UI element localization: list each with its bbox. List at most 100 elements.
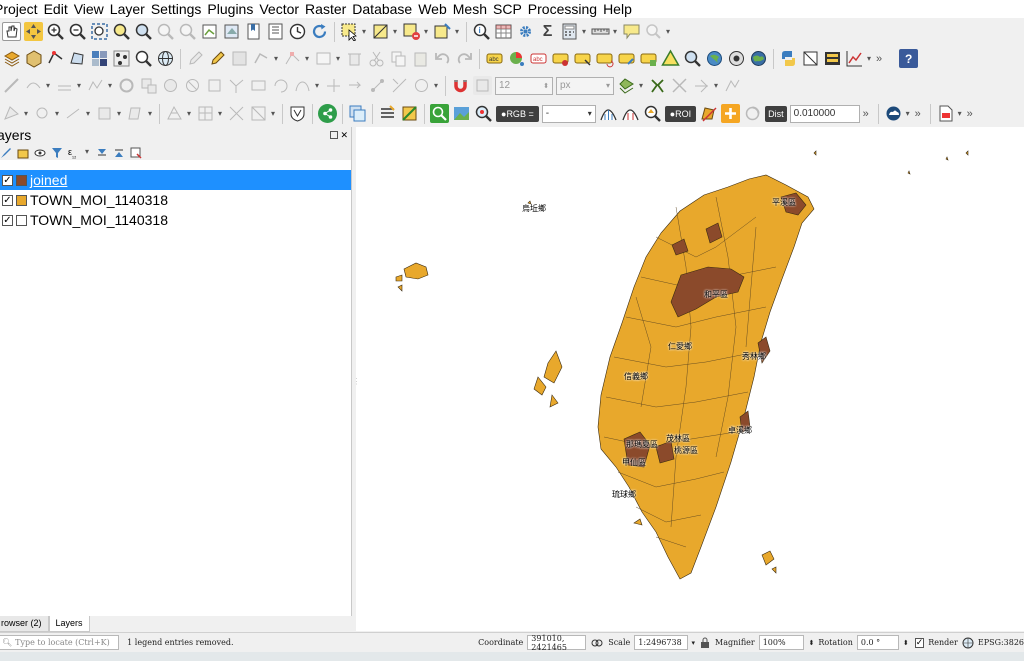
show-bookmarks-icon[interactable] [266,22,285,41]
delete-selected-icon[interactable] [345,49,364,68]
copy-features-icon[interactable] [389,49,408,68]
stepper-arrows-icon[interactable]: ⬍ [543,82,549,90]
chevron-down-icon[interactable]: ▾ [906,109,912,118]
tracing-icon[interactable] [723,76,742,95]
rotation-input[interactable]: 0.0 ° [856,635,899,650]
close-panel-icon[interactable]: ✕ [340,130,348,140]
help-book-icon[interactable]: ? [899,49,918,68]
stepper-arrows-icon[interactable]: ⬍ [808,639,814,647]
menu-view[interactable]: View [74,1,110,17]
chevron-down-icon[interactable]: ▾ [666,27,672,36]
chevron-down-icon[interactable]: ▾ [714,81,720,90]
cut-features-icon[interactable] [367,49,386,68]
mesh-vertex-icon[interactable] [249,104,268,123]
roi-toggle-button[interactable]: ● ROI [664,105,697,122]
annotation-point-icon[interactable] [33,104,52,123]
trim-extend-icon[interactable] [324,76,343,95]
digitize-vertex-icon[interactable] [46,49,65,68]
shape-digitize-icon[interactable] [2,104,21,123]
rgb-toggle-button[interactable]: ● RGB = [496,105,539,122]
menu-settings[interactable]: Settings [151,1,208,17]
undo-icon[interactable] [433,49,452,68]
show-image-icon[interactable] [452,104,471,123]
zoom-to-selection-icon[interactable] [112,22,131,41]
globe-icon[interactable] [156,49,175,68]
zoom-native-icon[interactable] [156,22,175,41]
filter-legend-icon[interactable] [51,146,63,158]
chevron-down-icon[interactable]: ▾ [274,54,280,63]
layer-symbol-swatch[interactable] [16,214,27,226]
collapse-all-icon[interactable] [113,146,125,158]
simplify-icon[interactable] [86,76,105,95]
chevron-down-icon[interactable]: ▾ [117,109,123,118]
menu-raster[interactable]: Raster [305,1,352,17]
chevron-down-icon[interactable]: ▾ [85,147,91,156]
float-panel-icon[interactable] [330,130,339,139]
annotation-text-icon[interactable] [126,104,145,123]
reshape-icon[interactable] [24,76,43,95]
splitter-handle[interactable]: ⋮ [356,377,360,386]
coordinate-input[interactable]: 391010, 2421465 [527,634,587,652]
toggle-extents-icon[interactable] [590,636,604,650]
stepper-arrows-icon[interactable]: ⬍ [903,639,909,647]
reverse-line-icon[interactable] [346,76,365,95]
identify-features-icon[interactable]: i [472,22,491,41]
chevron-down-icon[interactable]: ▾ [315,81,321,90]
overflow-chevron-icon[interactable]: » [967,108,977,120]
manage-visibility-eye-icon[interactable] [34,146,46,158]
menu-vector[interactable]: Vector [259,1,305,17]
chevron-down-icon[interactable]: ▾ [271,109,277,118]
layer-symbol-swatch[interactable] [16,174,27,186]
chevron-down-icon[interactable]: ▾ [582,27,588,36]
save-edits-icon[interactable] [230,49,249,68]
layer-visibility-checkbox[interactable]: ✓ [2,174,13,186]
zoom-in-layer-icon[interactable] [134,49,153,68]
new-geopackage-icon[interactable] [24,49,43,68]
tab-browser[interactable]: rowser (2) [0,616,49,632]
expand-all-icon[interactable] [96,146,108,158]
tab-layers[interactable]: Layers [48,616,90,632]
chevron-down-icon[interactable]: ▾ [46,81,52,90]
merge-attributes-icon[interactable] [249,76,268,95]
crs-globe-icon[interactable] [962,637,974,649]
chevron-down-icon[interactable]: ▾ [305,54,311,63]
refresh-icon[interactable] [310,22,329,41]
change-label-icon[interactable] [617,49,636,68]
chevron-down-icon[interactable]: ▾ [434,81,440,90]
data-source-manager-icon[interactable] [2,49,21,68]
chevron-down-icon[interactable]: ▾ [77,81,83,90]
zoom-to-temp-roi-icon[interactable] [474,104,493,123]
overflow-chevron-icon[interactable]: » [876,53,886,65]
mesh-edit-icon[interactable] [165,104,184,123]
chevron-down-icon[interactable]: ▾ [613,27,619,36]
chevron-down-icon[interactable]: ▾ [336,54,342,63]
layer-row-town-moi-filled[interactable]: ✓ TOWN_MOI_1140318 [0,190,351,210]
download-globe-icon[interactable] [727,49,746,68]
fill-ring-icon[interactable] [161,76,180,95]
avoid-overlap-icon[interactable] [648,76,667,95]
export-pdf-icon[interactable] [936,104,955,123]
snap-intersection-icon[interactable] [670,76,689,95]
topological-editing-icon[interactable] [617,76,636,95]
annotation-line-icon[interactable] [64,104,83,123]
render-checkbox[interactable]: ✓ [914,637,925,648]
select-all-icon[interactable] [433,22,452,41]
menu-scp[interactable]: SCP [493,1,528,17]
overflow-chevron-icon[interactable]: » [915,108,925,120]
menu-project[interactable]: Project [0,1,44,17]
edit-pencil-icon[interactable] [186,49,205,68]
web-globe-icon[interactable] [705,49,724,68]
chevron-down-icon[interactable]: ▾ [455,27,461,36]
move-label-icon[interactable] [573,49,592,68]
menu-processing[interactable]: Processing [528,1,603,17]
scp-classification-icon[interactable] [400,104,419,123]
add-roi-icon[interactable] [721,104,741,123]
triangle-warning-icon[interactable] [661,49,680,68]
snapping-layer-icon[interactable] [473,76,492,95]
scale-input[interactable]: 1:2496738 [634,635,688,650]
chevron-down-icon[interactable]: ▾ [86,109,92,118]
local-cumulative-stretch-icon[interactable] [599,104,618,123]
merge-features-icon[interactable] [227,76,246,95]
measure-line-icon[interactable] [591,22,610,41]
temporal-controller-icon[interactable] [288,22,307,41]
